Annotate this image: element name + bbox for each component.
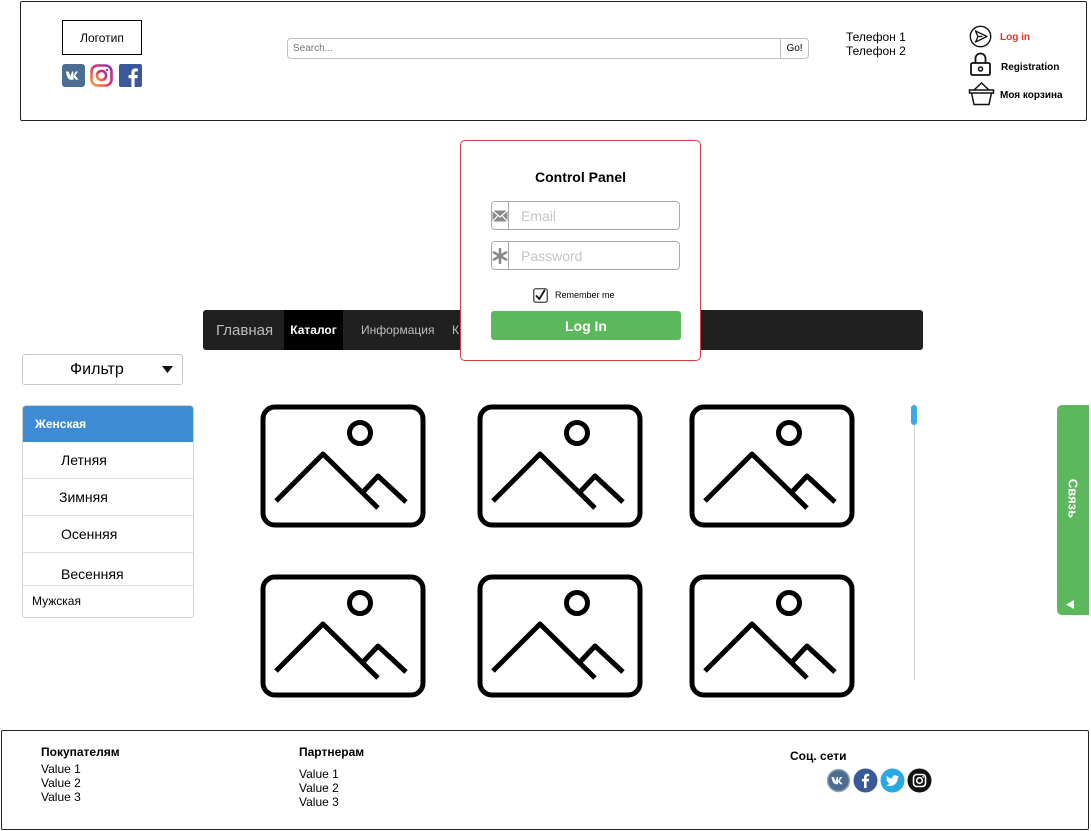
- filter-dropdown[interactable]: Фильтр: [22, 354, 183, 385]
- control-panel-modal: Control Panel Remember me Log In: [460, 140, 701, 361]
- footer-partners-link[interactable]: Value 2: [299, 781, 339, 795]
- category-men[interactable]: Мужская: [23, 586, 193, 616]
- basket-icon[interactable]: [968, 81, 995, 106]
- category-item-autumn[interactable]: Осенняя: [23, 516, 193, 553]
- filter-label: Фильтр: [70, 361, 124, 378]
- nav-item-info[interactable]: Информация: [361, 310, 434, 350]
- footer-buyers-link[interactable]: Value 2: [41, 776, 81, 790]
- footer-social-title: Соц. сети: [790, 749, 847, 763]
- header: [20, 1, 1087, 121]
- caret-left-icon: [1066, 600, 1074, 609]
- lock-icon[interactable]: [969, 52, 992, 76]
- contact-tab-label: Связь: [1065, 478, 1081, 519]
- image-placeholder-icon[interactable]: [689, 574, 855, 698]
- contact-tab[interactable]: Связь: [1057, 405, 1089, 615]
- remember-me-checkbox[interactable]: [533, 288, 548, 303]
- cart-link[interactable]: Моя корзина: [1000, 90, 1063, 101]
- footer-buyers-link[interactable]: Value 1: [41, 762, 81, 776]
- remember-me-label: Remember me: [555, 290, 615, 300]
- footer-buyers-title: Покупателям: [41, 745, 120, 759]
- image-placeholder-icon[interactable]: [260, 404, 426, 528]
- image-placeholder-icon[interactable]: [260, 574, 426, 698]
- category-accordion: Женская Летняя Зимняя Осенняя Весенняя М…: [22, 405, 194, 618]
- image-placeholder-icon[interactable]: [477, 404, 643, 528]
- category-item-spring[interactable]: Весенняя: [23, 553, 193, 586]
- footer-buyers-link[interactable]: Value 3: [41, 790, 81, 804]
- twitter-icon[interactable]: [880, 768, 905, 793]
- login-link[interactable]: Log in: [1000, 32, 1030, 43]
- image-placeholder-icon[interactable]: [477, 574, 643, 698]
- nav-item-catalog[interactable]: Каталог: [284, 310, 343, 350]
- phone-1: Телефон 1: [846, 30, 906, 44]
- footer-partners-link[interactable]: Value 1: [299, 767, 339, 781]
- scrollbar-thumb[interactable]: [911, 405, 917, 425]
- phone-2: Телефон 2: [846, 44, 906, 58]
- category-women[interactable]: Женская: [23, 406, 193, 442]
- registration-link[interactable]: Registration: [1001, 62, 1059, 73]
- modal-title: Control Panel: [534, 169, 626, 185]
- category-item-summer[interactable]: Летняя: [23, 442, 193, 479]
- caret-down-icon: [162, 366, 173, 373]
- email-field-group: [491, 201, 680, 230]
- send-icon[interactable]: [969, 25, 992, 48]
- category-item-winter[interactable]: Зимняя: [23, 479, 193, 516]
- instagram-icon[interactable]: [90, 64, 113, 87]
- search-button[interactable]: Go!: [780, 39, 808, 58]
- vk-icon[interactable]: [62, 64, 85, 87]
- image-placeholder-icon[interactable]: [689, 404, 855, 528]
- footer-partners-link[interactable]: Value 3: [299, 795, 339, 809]
- asterisk-icon: [492, 242, 509, 269]
- login-button[interactable]: Log In: [491, 311, 681, 340]
- facebook-icon[interactable]: [853, 768, 878, 793]
- nav-item-partial[interactable]: К: [452, 310, 459, 350]
- password-input[interactable]: [509, 242, 679, 269]
- envelope-icon: [492, 202, 509, 229]
- logo[interactable]: Логотип: [62, 20, 142, 55]
- facebook-icon[interactable]: [119, 64, 142, 87]
- vk-icon[interactable]: [826, 768, 851, 793]
- gallery-scrollbar[interactable]: [914, 404, 915, 680]
- search-input[interactable]: [288, 39, 780, 58]
- footer-partners-title: Партнерам: [299, 745, 365, 759]
- instagram-icon[interactable]: [907, 768, 932, 793]
- email-input[interactable]: [509, 202, 679, 229]
- search-bar: Go!: [287, 38, 809, 59]
- password-field-group: [491, 241, 680, 270]
- nav-item-home[interactable]: Главная: [216, 310, 273, 350]
